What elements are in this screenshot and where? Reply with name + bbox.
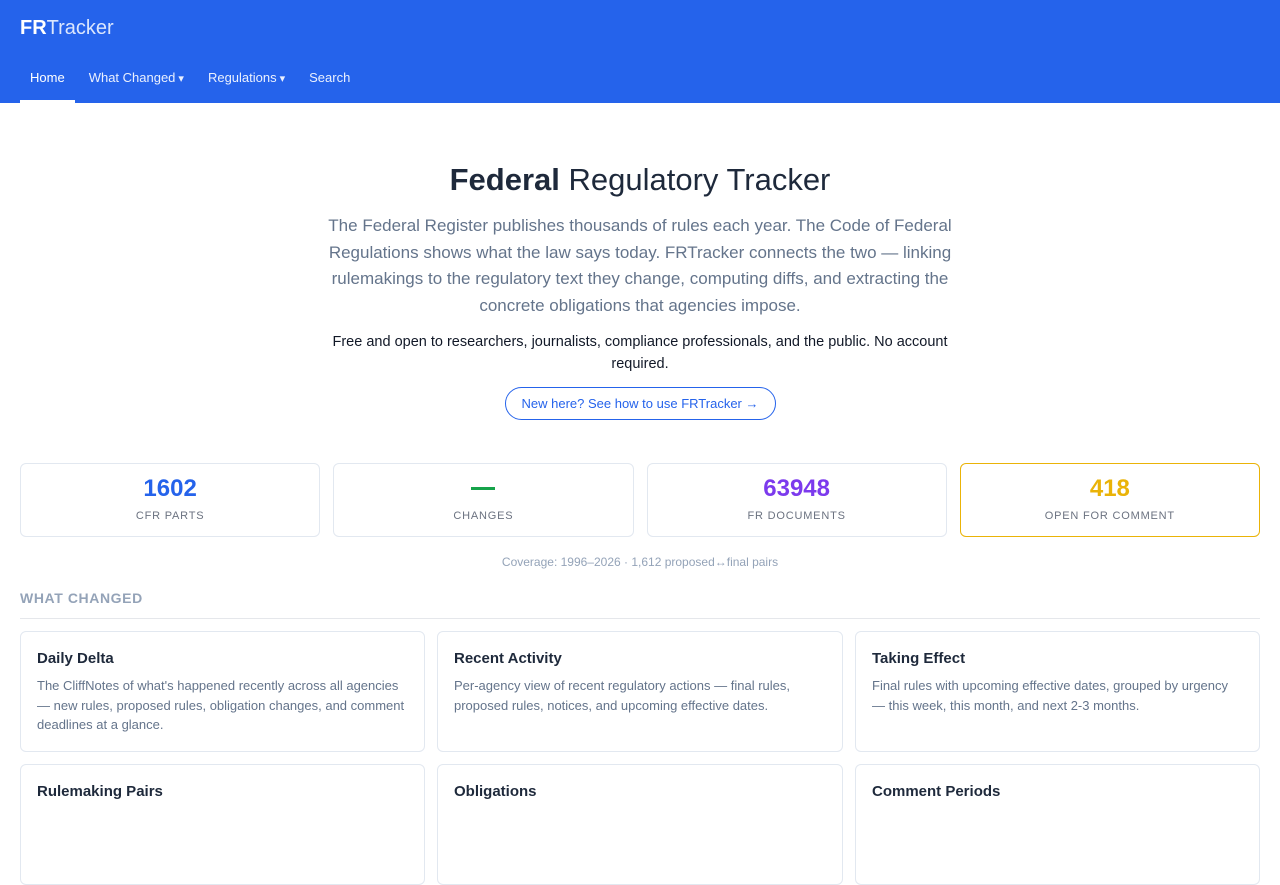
stat-card-cfr-parts[interactable]: 1602 CFR PARTS (20, 463, 321, 537)
card-rulemaking-pairs[interactable]: Rulemaking Pairs (20, 764, 425, 885)
section-title-what-changed: WHAT CHANGED (20, 590, 143, 606)
coverage-note: Coverage: 1996–2026 · 1,612 proposed↔fin… (501, 555, 779, 569)
brand-logo-rest: Tracker (46, 17, 114, 39)
nav-what-changed-label: What Changed (88, 70, 176, 85)
stat-card-open-for-comment[interactable]: 418 OPEN FOR COMMENT (959, 463, 1260, 537)
stat-label: FR DOCUMENTS (747, 510, 846, 522)
stat-value: 418 (1089, 475, 1130, 502)
dash-icon (471, 487, 496, 491)
nav-search[interactable]: Search (299, 59, 360, 103)
feature-cards-grid: Daily Delta The CliffNotes of what's hap… (20, 631, 1260, 885)
stat-card-fr-documents[interactable]: 63948 FR DOCUMENTS (646, 463, 947, 537)
hero-section: Federal Regulatory Tracker The Federal R… (0, 103, 1280, 420)
page-title: Federal Regulatory Tracker (0, 161, 1280, 199)
stat-value (334, 475, 632, 503)
stats-row: 1602 CFR PARTS CHANGES 63948 FR DOCUMENT… (20, 463, 1260, 537)
card-daily-delta[interactable]: Daily Delta The CliffNotes of what's hap… (20, 631, 425, 752)
stat-value: 1602 (143, 475, 197, 502)
brand-logo-bold: FR (20, 17, 47, 39)
stat-card-changes[interactable]: CHANGES (333, 463, 634, 537)
card-title: Obligations (454, 783, 537, 800)
hero-sub-text: Free and open to researchers, journalist… (332, 333, 948, 372)
nav-regulations-label: Regulations (207, 70, 277, 85)
card-title: Daily Delta (37, 650, 114, 667)
nav-home-label: Home (30, 70, 65, 85)
card-description: The CliffNotes of what's happened recent… (37, 678, 405, 732)
card-description: Per-agency view of recent regulatory act… (454, 678, 790, 713)
stat-label: CFR PARTS (135, 510, 205, 522)
nav-search-label: Search (309, 70, 351, 85)
card-title: Recent Activity (454, 650, 562, 667)
page-title-rest: Regulatory Tracker (559, 162, 831, 197)
card-comment-periods[interactable]: Comment Periods (855, 764, 1260, 885)
nav-what-changed[interactable]: What Changed ▾ (79, 59, 194, 103)
how-to-use-link[interactable]: New here? See how to use FRTracker → (504, 386, 776, 420)
card-title: Rulemaking Pairs (37, 783, 163, 800)
chevron-down-icon: ▾ (279, 73, 286, 85)
hero-lead-text: The Federal Register publishes thousands… (328, 216, 952, 316)
card-description: Final rules with upcoming effective date… (872, 678, 1229, 713)
section-divider (20, 618, 1260, 619)
card-title: Comment Periods (872, 783, 1001, 800)
card-recent-activity[interactable]: Recent Activity Per-agency view of recen… (437, 631, 843, 752)
stat-label: CHANGES (453, 510, 514, 522)
card-obligations[interactable]: Obligations (437, 764, 843, 885)
brand-logo[interactable]: FRTracker (20, 17, 114, 40)
card-taking-effect[interactable]: Taking Effect Final rules with upcoming … (855, 631, 1260, 752)
stat-value: 63948 (763, 475, 830, 502)
nav-regulations[interactable]: Regulations ▾ (198, 59, 295, 103)
stat-label: OPEN FOR COMMENT (1044, 510, 1175, 522)
card-title: Taking Effect (872, 650, 966, 667)
page-title-bold: Federal (449, 162, 560, 197)
main-nav: Home What Changed ▾ Regulations ▾ Search (20, 59, 364, 103)
chevron-down-icon: ▾ (178, 73, 184, 85)
nav-home[interactable]: Home (20, 59, 75, 103)
top-navbar: FRTracker Home What Changed ▾ Regulations… (0, 0, 1280, 103)
